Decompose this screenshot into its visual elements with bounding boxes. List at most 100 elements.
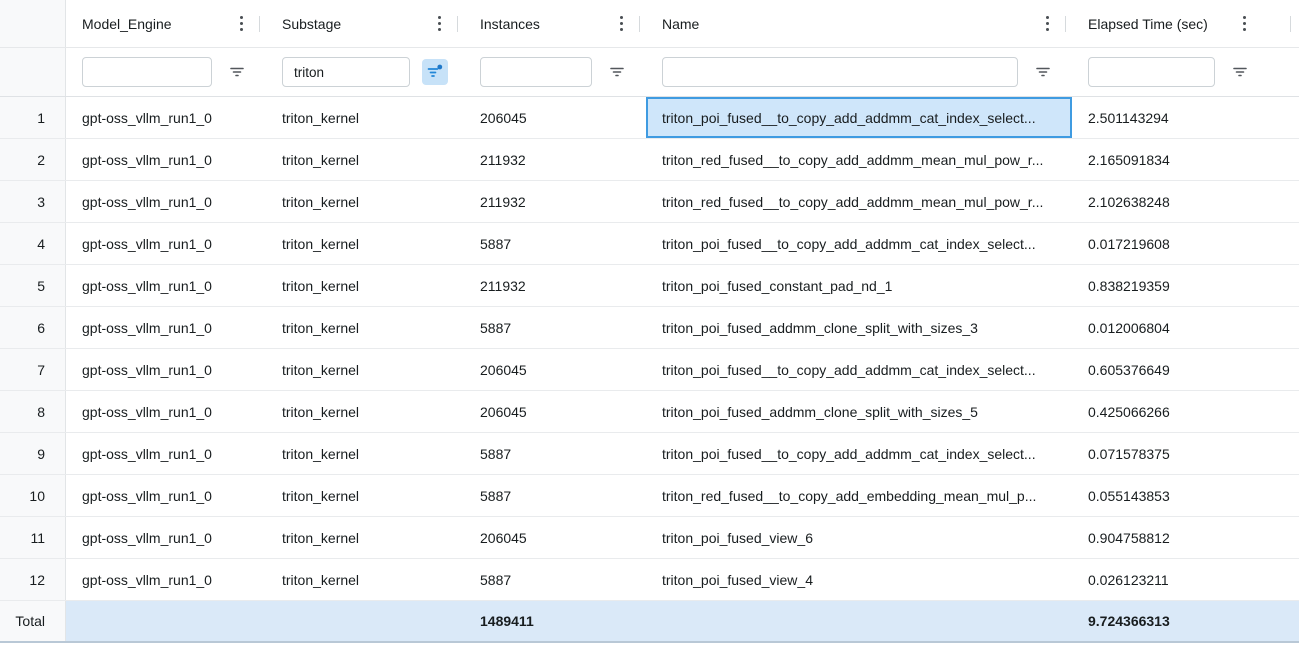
cell-elapsed[interactable]: 0.425066266	[1072, 391, 1299, 432]
cell-name-selected[interactable]: triton_poi_fused__to_copy_add_addmm_cat_…	[646, 97, 1072, 138]
cell-name[interactable]: triton_poi_fused_constant_pad_nd_1	[646, 265, 1072, 306]
cell-name[interactable]: triton_poi_fused_view_6	[646, 517, 1072, 558]
cell-value: 0.425066266	[1088, 404, 1170, 420]
cell-substage[interactable]: triton_kernel	[266, 349, 464, 390]
cell-instances[interactable]: 5887	[464, 475, 646, 516]
cell-name[interactable]: triton_poi_fused_view_4	[646, 559, 1072, 600]
column-menu-icon[interactable]	[235, 12, 248, 35]
cell-elapsed[interactable]: 0.055143853	[1072, 475, 1299, 516]
cell-name[interactable]: triton_poi_fused__to_copy_add_addmm_cat_…	[646, 223, 1072, 264]
cell-value: triton_poi_fused__to_copy_add_addmm_cat_…	[662, 236, 1036, 252]
cell-model-engine[interactable]: gpt-oss_vllm_run1_0	[66, 433, 266, 474]
cell-instances[interactable]: 5887	[464, 307, 646, 348]
cell-instances[interactable]: 206045	[464, 97, 646, 138]
cell-model-engine[interactable]: gpt-oss_vllm_run1_0	[66, 181, 266, 222]
row-number: 12	[0, 559, 66, 600]
cell-elapsed[interactable]: 0.026123211	[1072, 559, 1299, 600]
cell-instances[interactable]: 5887	[464, 559, 646, 600]
total-cell-substage	[266, 601, 464, 641]
column-menu-icon[interactable]	[615, 12, 628, 35]
cell-name[interactable]: triton_red_fused__to_copy_add_embedding_…	[646, 475, 1072, 516]
cell-substage[interactable]: triton_kernel	[266, 223, 464, 264]
column-header-name[interactable]: Name	[646, 0, 1072, 47]
name-filter-button[interactable]	[1030, 59, 1056, 85]
cell-elapsed[interactable]: 0.605376649	[1072, 349, 1299, 390]
filter-row	[0, 48, 1299, 97]
cell-instances[interactable]: 211932	[464, 181, 646, 222]
cell-value: gpt-oss_vllm_run1_0	[82, 110, 212, 126]
column-menu-icon[interactable]	[433, 12, 446, 35]
cell-instances[interactable]: 211932	[464, 265, 646, 306]
table-row: 11gpt-oss_vllm_run1_0triton_kernel206045…	[0, 517, 1299, 559]
cell-model-engine[interactable]: gpt-oss_vllm_run1_0	[66, 349, 266, 390]
cell-substage[interactable]: triton_kernel	[266, 475, 464, 516]
model-engine-filter-input[interactable]	[82, 57, 212, 87]
cell-substage[interactable]: triton_kernel	[266, 139, 464, 180]
cell-instances[interactable]: 5887	[464, 433, 646, 474]
cell-instances[interactable]: 5887	[464, 223, 646, 264]
cell-instances[interactable]: 206045	[464, 391, 646, 432]
row-number: 1	[0, 97, 66, 138]
cell-model-engine[interactable]: gpt-oss_vllm_run1_0	[66, 475, 266, 516]
substage-filter-input[interactable]	[282, 57, 410, 87]
cell-name[interactable]: triton_red_fused__to_copy_add_addmm_mean…	[646, 181, 1072, 222]
cell-substage[interactable]: triton_kernel	[266, 307, 464, 348]
cell-value: 2.501143294	[1088, 110, 1169, 126]
instances-filter-button[interactable]	[604, 59, 630, 85]
funnel-icon	[229, 64, 245, 80]
cell-model-engine[interactable]: gpt-oss_vllm_run1_0	[66, 265, 266, 306]
model-engine-filter-button[interactable]	[224, 59, 250, 85]
cell-elapsed[interactable]: 2.501143294	[1072, 97, 1299, 138]
elapsed-time-filter-button[interactable]	[1227, 59, 1253, 85]
cell-model-engine[interactable]: gpt-oss_vllm_run1_0	[66, 391, 266, 432]
column-header-model-engine[interactable]: Model_Engine	[66, 0, 266, 47]
total-row: Total 1489411 9.724366313	[0, 601, 1299, 643]
cell-value: 5887	[480, 320, 511, 336]
instances-filter-input[interactable]	[480, 57, 592, 87]
filter-cell-elapsed-time	[1072, 48, 1299, 96]
column-header-instances[interactable]: Instances	[464, 0, 646, 47]
cell-model-engine[interactable]: gpt-oss_vllm_run1_0	[66, 307, 266, 348]
cell-elapsed[interactable]: 2.165091834	[1072, 139, 1299, 180]
cell-elapsed[interactable]: 0.017219608	[1072, 223, 1299, 264]
cell-model-engine[interactable]: gpt-oss_vllm_run1_0	[66, 139, 266, 180]
cell-substage[interactable]: triton_kernel	[266, 517, 464, 558]
cell-instances[interactable]: 206045	[464, 349, 646, 390]
substage-active-filter-button[interactable]	[422, 59, 448, 85]
cell-substage[interactable]: triton_kernel	[266, 391, 464, 432]
column-menu-icon[interactable]	[1041, 12, 1054, 35]
total-cell-name	[646, 601, 1072, 641]
elapsed-time-filter-input[interactable]	[1088, 57, 1215, 87]
cell-value: 2.165091834	[1088, 152, 1170, 168]
cell-substage[interactable]: triton_kernel	[266, 181, 464, 222]
column-header-elapsed-time[interactable]: Elapsed Time (sec)	[1072, 0, 1299, 47]
cell-model-engine[interactable]: gpt-oss_vllm_run1_0	[66, 559, 266, 600]
cell-elapsed[interactable]: 2.102638248	[1072, 181, 1299, 222]
cell-name[interactable]: triton_poi_fused_addmm_clone_split_with_…	[646, 307, 1072, 348]
cell-elapsed[interactable]: 0.071578375	[1072, 433, 1299, 474]
cell-name[interactable]: triton_poi_fused_addmm_clone_split_with_…	[646, 391, 1072, 432]
cell-substage[interactable]: triton_kernel	[266, 559, 464, 600]
cell-value: triton_poi_fused__to_copy_add_addmm_cat_…	[662, 110, 1036, 126]
total-elapsed-value: 9.724366313	[1072, 601, 1299, 641]
name-filter-input[interactable]	[662, 57, 1018, 87]
cell-elapsed[interactable]: 0.904758812	[1072, 517, 1299, 558]
cell-name[interactable]: triton_red_fused__to_copy_add_addmm_mean…	[646, 139, 1072, 180]
cell-value: triton_poi_fused_addmm_clone_split_with_…	[662, 404, 978, 420]
column-header-substage[interactable]: Substage	[266, 0, 464, 47]
cell-model-engine[interactable]: gpt-oss_vllm_run1_0	[66, 223, 266, 264]
cell-elapsed[interactable]: 0.838219359	[1072, 265, 1299, 306]
cell-substage[interactable]: triton_kernel	[266, 433, 464, 474]
cell-value: 206045	[480, 530, 527, 546]
cell-substage[interactable]: triton_kernel	[266, 265, 464, 306]
cell-elapsed[interactable]: 0.012006804	[1072, 307, 1299, 348]
cell-substage[interactable]: triton_kernel	[266, 97, 464, 138]
column-menu-icon[interactable]	[1238, 12, 1251, 35]
cell-instances[interactable]: 206045	[464, 517, 646, 558]
cell-instances[interactable]: 211932	[464, 139, 646, 180]
cell-model-engine[interactable]: gpt-oss_vllm_run1_0	[66, 97, 266, 138]
cell-model-engine[interactable]: gpt-oss_vllm_run1_0	[66, 517, 266, 558]
cell-value: 5887	[480, 236, 511, 252]
cell-name[interactable]: triton_poi_fused__to_copy_add_addmm_cat_…	[646, 349, 1072, 390]
cell-name[interactable]: triton_poi_fused__to_copy_add_addmm_cat_…	[646, 433, 1072, 474]
